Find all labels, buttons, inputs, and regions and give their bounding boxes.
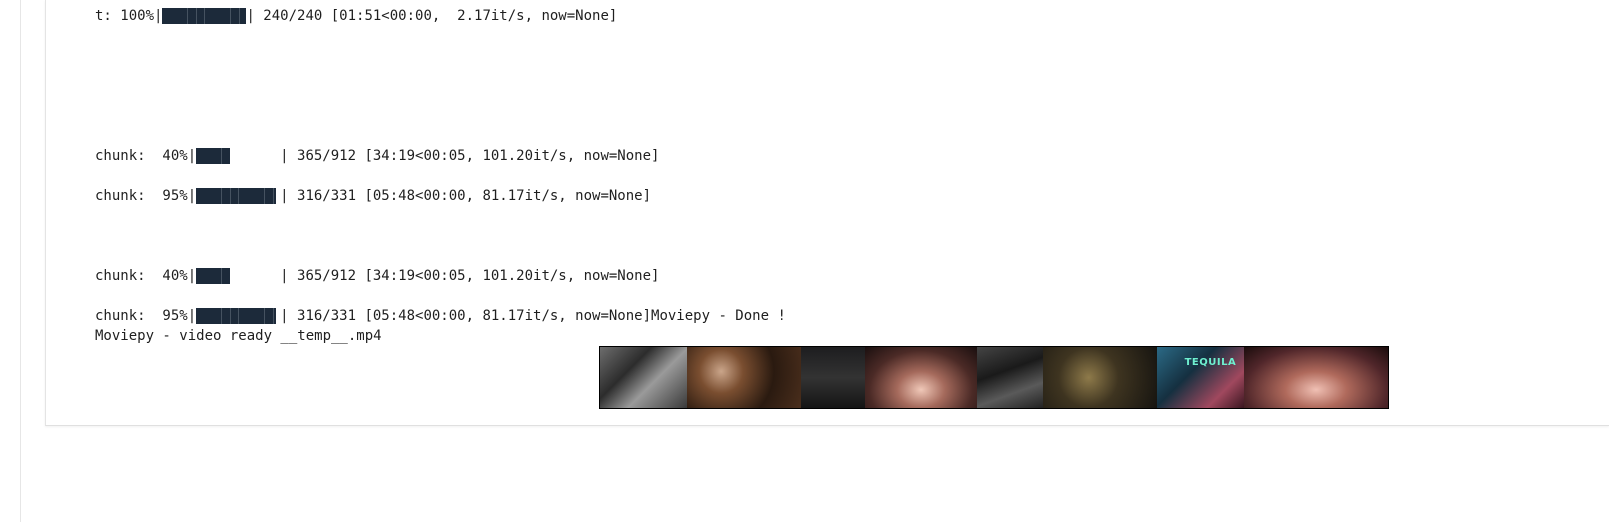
progress-stats: | 240/240 [01:51<00:00, 2.17it/s, now=No… <box>246 8 618 24</box>
progress-line-render: t: 100%| | 240/240 [01:51<00:00, 2.17it/s… <box>95 8 617 24</box>
progress-bar-fill <box>196 308 276 324</box>
progress-stats: | 365/912 [34:19<00:05, 101.20it/s, now=… <box>280 268 660 284</box>
video-ready-line: Moviepy - video ready __temp__.mp4 <box>95 328 382 344</box>
progress-bar <box>196 268 280 284</box>
progress-prefix: chunk: 40%| <box>95 148 197 164</box>
progress-line-chunk-a: chunk: 40%| | 365/912 [34:19<00:05, 101.2… <box>95 148 659 164</box>
neon-sign-text: TEQUILA <box>1184 357 1237 368</box>
progress-line-chunk-d: chunk: 95%| | 316/331 [05:48<00:00, 81.17… <box>95 308 786 324</box>
video-frame <box>686 347 802 408</box>
video-frame <box>801 347 866 408</box>
video-frame <box>600 347 687 408</box>
progress-bar-fill <box>196 268 230 284</box>
progress-stats: | 365/912 [34:19<00:05, 101.20it/s, now=… <box>280 148 660 164</box>
progress-stats: | 316/331 [05:48<00:00, 81.17it/s, now=N… <box>280 308 786 324</box>
progress-line-chunk-c: chunk: 40%| | 365/912 [34:19<00:05, 101.2… <box>95 268 659 284</box>
video-frame <box>1244 347 1388 408</box>
progress-bar-fill <box>196 188 276 204</box>
progress-prefix: chunk: 95%| <box>95 308 197 324</box>
progress-bar <box>196 148 280 164</box>
progress-bar-fill <box>162 8 247 24</box>
video-frame <box>865 347 978 408</box>
progress-bar <box>196 308 280 324</box>
progress-prefix: chunk: 95%| <box>95 188 197 204</box>
video-frame: TEQUILA <box>1156 347 1245 408</box>
progress-stats: | 316/331 [05:48<00:00, 81.17it/s, now=N… <box>280 188 652 204</box>
video-filmstrip-preview[interactable]: TEQUILA <box>599 346 1389 409</box>
notebook-gutter-rule <box>20 0 21 522</box>
progress-bar <box>162 8 247 24</box>
video-frame <box>1042 347 1157 408</box>
progress-bar-fill <box>196 148 230 164</box>
progress-prefix: t: 100%| <box>95 8 163 24</box>
progress-line-chunk-b: chunk: 95%| | 316/331 [05:48<00:00, 81.17… <box>95 188 651 204</box>
video-ready-text: Moviepy - video ready __temp__.mp4 <box>95 328 382 344</box>
progress-bar <box>196 188 280 204</box>
video-frame <box>977 347 1043 408</box>
progress-prefix: chunk: 40%| <box>95 268 197 284</box>
